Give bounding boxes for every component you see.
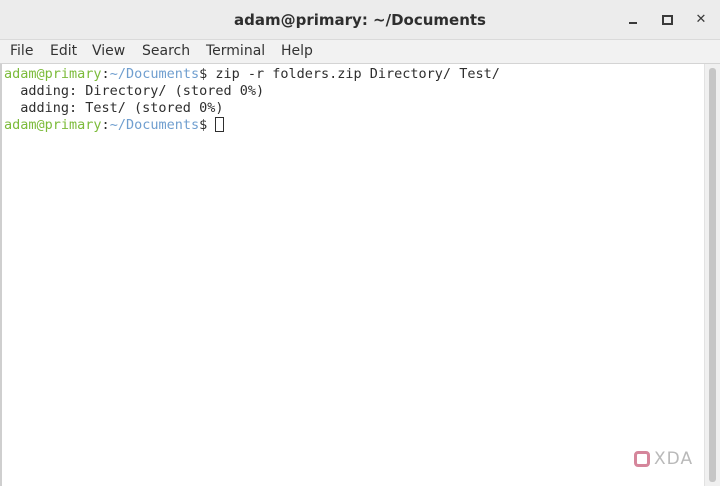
vertical-scrollbar[interactable] (704, 64, 720, 486)
prompt-user: adam@primary (4, 66, 102, 82)
watermark-text: XDA (654, 449, 694, 469)
prompt-line: adam@primary:~/Documents$ (2, 117, 702, 134)
prompt-path: ~/Documents (109, 66, 200, 82)
menu-edit[interactable]: Edit (50, 43, 77, 59)
prompt-colon: : (101, 117, 110, 133)
menu-bar: File Edit View Search Terminal Help (0, 40, 720, 64)
title-bar[interactable]: adam@primary: ~/Documents ✕ (0, 0, 720, 40)
close-icon: ✕ (695, 12, 707, 27)
scrollbar-thumb[interactable] (709, 68, 716, 482)
menu-file[interactable]: File (10, 43, 33, 59)
close-button[interactable]: ✕ (690, 9, 712, 31)
maximize-button[interactable] (656, 9, 678, 31)
terminal-output[interactable]: adam@primary:~/Documents$ zip -r folders… (2, 64, 702, 486)
prompt-symbol: $ (199, 66, 216, 82)
minimize-button[interactable] (622, 9, 644, 31)
window-title: adam@primary: ~/Documents (234, 11, 486, 29)
minimize-icon (629, 21, 637, 24)
output-line: adding: Directory/ (stored 0%) (4, 83, 265, 99)
maximize-icon (661, 14, 673, 25)
prompt-symbol: $ (199, 117, 216, 133)
output-line: adding: Test/ (stored 0%) (4, 100, 224, 116)
xda-logo-icon (634, 451, 650, 467)
menu-help[interactable]: Help (281, 43, 313, 59)
menu-view[interactable]: View (92, 43, 125, 59)
command-line: adam@primary:~/Documents$ zip -r folders… (2, 66, 702, 83)
prompt-user: adam@primary (4, 117, 102, 133)
xda-watermark: XDA (634, 449, 704, 471)
menu-search[interactable]: Search (142, 43, 190, 59)
command-text: zip -r folders.zip Directory/ Test/ (215, 66, 500, 82)
text-cursor (215, 117, 225, 132)
prompt-colon: : (101, 66, 110, 82)
prompt-path: ~/Documents (109, 117, 200, 133)
menu-terminal[interactable]: Terminal (206, 43, 265, 59)
terminal-window: adam@primary: ~/Documents ✕ File Edit Vi… (0, 0, 720, 486)
